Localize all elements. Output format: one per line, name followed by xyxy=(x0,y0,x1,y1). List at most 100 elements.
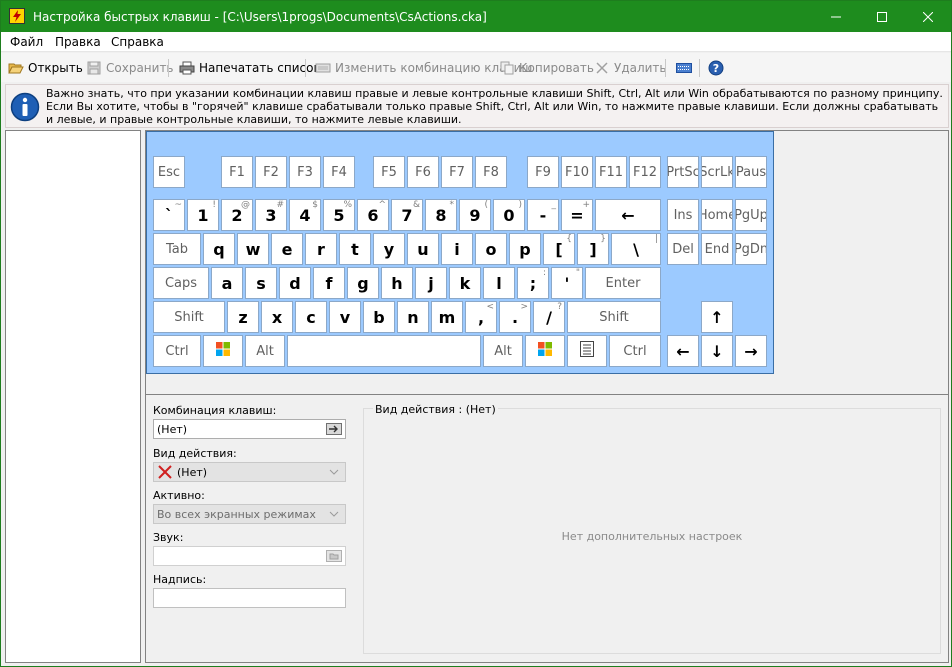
key-0[interactable]: 0) xyxy=(493,199,525,231)
keyboard-button[interactable] xyxy=(675,58,696,78)
key-F7[interactable]: F7 xyxy=(441,156,473,188)
key-symbol[interactable]: ;: xyxy=(517,267,549,299)
key-menu[interactable] xyxy=(567,335,607,367)
key-e[interactable]: e xyxy=(271,233,303,265)
key-symbol[interactable]: ' " xyxy=(551,267,583,299)
key-j[interactable]: j xyxy=(415,267,447,299)
key-w[interactable]: w xyxy=(237,233,269,265)
key-l[interactable]: l xyxy=(483,267,515,299)
key-Alt[interactable]: Alt xyxy=(245,335,285,367)
key-symbol[interactable]: \ | xyxy=(611,233,661,265)
key-h[interactable]: h xyxy=(381,267,413,299)
key-Paus[interactable]: Paus xyxy=(735,156,767,188)
key-t[interactable]: t xyxy=(339,233,371,265)
key-F9[interactable]: F9 xyxy=(527,156,559,188)
copy-button[interactable]: Копировать xyxy=(498,58,594,78)
key-symbol[interactable]: , < xyxy=(465,301,497,333)
key-q[interactable]: q xyxy=(203,233,235,265)
maximize-button[interactable] xyxy=(859,1,905,32)
key-symbol[interactable]: /? xyxy=(533,301,565,333)
combo-field[interactable]: (Нет) xyxy=(153,419,346,439)
action-type-select[interactable]: (Нет) xyxy=(153,462,346,482)
key-F3[interactable]: F3 xyxy=(289,156,321,188)
key-1[interactable]: 1! xyxy=(187,199,219,231)
key-Del[interactable]: Del xyxy=(667,233,699,265)
key-End[interactable]: End xyxy=(701,233,733,265)
delete-button[interactable]: Удалить xyxy=(593,58,667,78)
key-g[interactable]: g xyxy=(347,267,379,299)
key-Home[interactable]: Home xyxy=(701,199,733,231)
key-F8[interactable]: F8 xyxy=(475,156,507,188)
key-Alt[interactable]: Alt xyxy=(483,335,523,367)
key-symbol[interactable]: - _ xyxy=(527,199,559,231)
caption-field[interactable] xyxy=(153,588,346,608)
key-Esc[interactable]: Esc xyxy=(153,156,185,188)
key-7[interactable]: 7 & xyxy=(391,199,423,231)
key-symbol[interactable]: . > xyxy=(499,301,531,333)
active-select[interactable]: Во всех экранных режимах xyxy=(153,504,346,524)
key-b[interactable]: b xyxy=(363,301,395,333)
key-Shift[interactable]: Shift xyxy=(153,301,225,333)
print-list-button[interactable]: Напечатать список xyxy=(178,58,321,78)
key-4[interactable]: 4 $ xyxy=(289,199,321,231)
key-p[interactable]: p xyxy=(509,233,541,265)
title-bar[interactable]: Настройка быстрых клавиш - [C:\Users\1pr… xyxy=(1,1,951,32)
key-3[interactable]: 3 # xyxy=(255,199,287,231)
key-F1[interactable]: F1 xyxy=(221,156,253,188)
key-symbol[interactable]: ← xyxy=(667,335,699,367)
menu-edit[interactable]: Правка xyxy=(55,35,101,49)
sound-field[interactable] xyxy=(153,546,346,566)
open-button[interactable]: Открыть xyxy=(7,58,83,78)
key-c[interactable]: c xyxy=(295,301,327,333)
key-PrtSc[interactable]: PrtSc xyxy=(667,156,699,188)
key-symbol[interactable]: ]} xyxy=(577,233,609,265)
key-8[interactable]: 8 * xyxy=(425,199,457,231)
key-o[interactable]: o xyxy=(475,233,507,265)
key-s[interactable]: s xyxy=(245,267,277,299)
record-keys-icon[interactable] xyxy=(325,421,343,437)
key-i[interactable]: i xyxy=(441,233,473,265)
key-Ctrl[interactable]: Ctrl xyxy=(609,335,661,367)
key-ScrLk[interactable]: ScrLk xyxy=(701,156,733,188)
key-Caps[interactable]: Caps xyxy=(153,267,209,299)
key-F2[interactable]: F2 xyxy=(255,156,287,188)
key-y[interactable]: y xyxy=(373,233,405,265)
key-symbol[interactable]: ← xyxy=(595,199,661,231)
key-F5[interactable]: F5 xyxy=(373,156,405,188)
key-9[interactable]: 9( xyxy=(459,199,491,231)
key-windows[interactable] xyxy=(525,335,565,367)
menu-file[interactable]: Файл xyxy=(10,35,43,49)
hotkey-list[interactable] xyxy=(5,130,141,663)
key-symbol[interactable]: → xyxy=(735,335,767,367)
key-6[interactable]: 6 ^ xyxy=(357,199,389,231)
minimize-button[interactable] xyxy=(813,1,859,32)
key-z[interactable]: z xyxy=(227,301,259,333)
key-space[interactable] xyxy=(287,335,481,367)
key-n[interactable]: n xyxy=(397,301,429,333)
key-PgUp[interactable]: PgUp xyxy=(735,199,767,231)
key-PgDn[interactable]: PgDn xyxy=(735,233,767,265)
key-F10[interactable]: F10 xyxy=(561,156,593,188)
key-F12[interactable]: F12 xyxy=(629,156,661,188)
key-windows[interactable] xyxy=(203,335,243,367)
key-k[interactable]: k xyxy=(449,267,481,299)
key-F4[interactable]: F4 xyxy=(323,156,355,188)
menu-help[interactable]: Справка xyxy=(111,35,164,49)
key-5[interactable]: 5% xyxy=(323,199,355,231)
key-Ctrl[interactable]: Ctrl xyxy=(153,335,201,367)
key-Shift[interactable]: Shift xyxy=(567,301,661,333)
key-symbol[interactable]: ` ~ xyxy=(153,199,185,231)
save-button[interactable]: Сохранить xyxy=(85,58,174,78)
key-symbol[interactable]: ↑ xyxy=(701,301,733,333)
key-symbol[interactable]: ↓ xyxy=(701,335,733,367)
key-F11[interactable]: F11 xyxy=(595,156,627,188)
help-button[interactable]: ? xyxy=(707,58,728,78)
key-symbol[interactable]: [{ xyxy=(543,233,575,265)
key-x[interactable]: x xyxy=(261,301,293,333)
key-d[interactable]: d xyxy=(279,267,311,299)
key-m[interactable]: m xyxy=(431,301,463,333)
key-Tab[interactable]: Tab xyxy=(153,233,201,265)
key-v[interactable]: v xyxy=(329,301,361,333)
browse-folder-icon[interactable] xyxy=(325,548,343,564)
key-f[interactable]: f xyxy=(313,267,345,299)
